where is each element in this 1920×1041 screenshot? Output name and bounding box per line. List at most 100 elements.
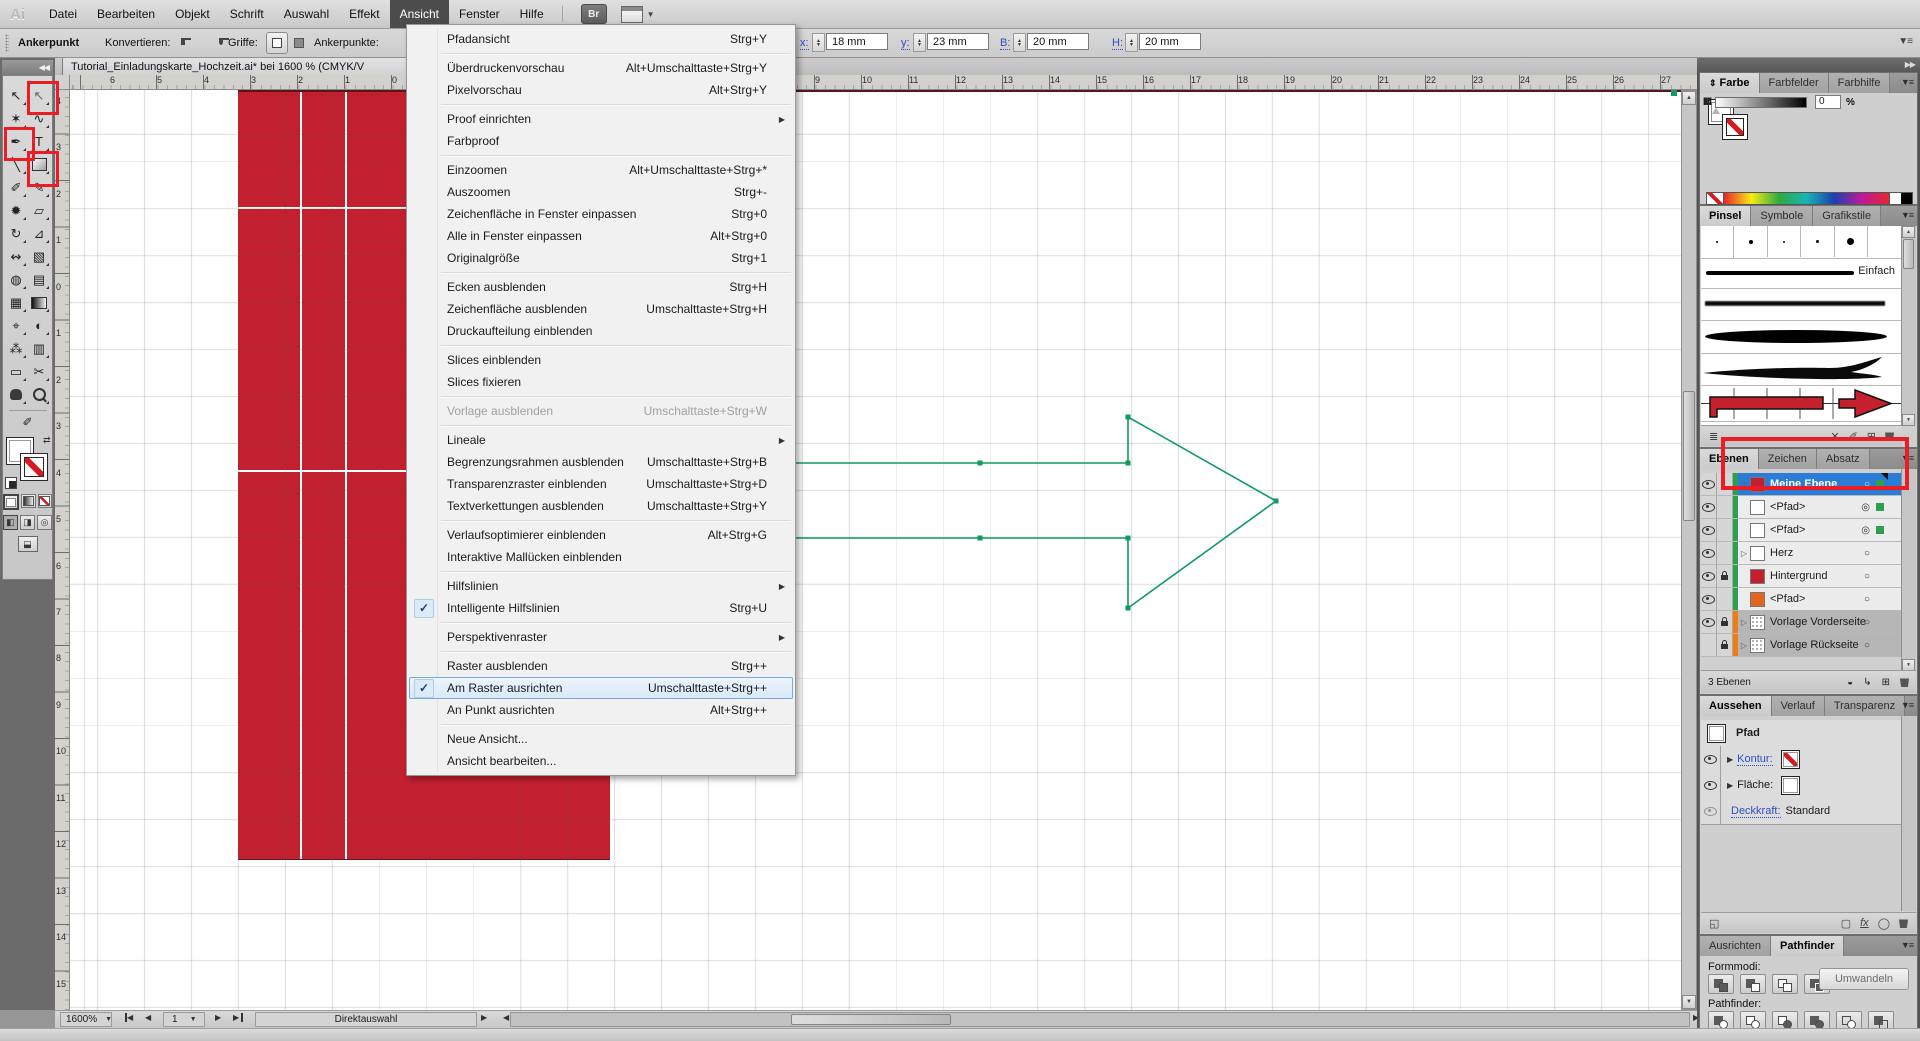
brush-item[interactable] bbox=[1768, 226, 1801, 257]
panel-tab[interactable]: Verlauf bbox=[1772, 696, 1825, 716]
layer-thumbnail[interactable] bbox=[1750, 546, 1765, 561]
layer-visibility-toggle[interactable] bbox=[1701, 473, 1717, 495]
none-button[interactable] bbox=[38, 494, 52, 508]
x-field[interactable]: 18 mm bbox=[826, 33, 888, 50]
layer-thumbnail[interactable] bbox=[1750, 615, 1765, 630]
panel-tab[interactable]: Symbole bbox=[1751, 206, 1813, 226]
tools-collapse-button[interactable]: ◀◀ bbox=[2, 60, 53, 75]
pinsel-tool-icon[interactable]: ✐ bbox=[5, 176, 28, 199]
y-field[interactable]: 23 mm bbox=[927, 33, 989, 50]
diagramm-tool-icon[interactable]: ▥ bbox=[28, 337, 51, 360]
formerstellung-tool-icon[interactable]: ◍ bbox=[5, 268, 28, 291]
zoom-tool-icon[interactable] bbox=[28, 383, 51, 406]
layer-visibility-toggle[interactable] bbox=[1701, 519, 1717, 541]
delete-layer-icon[interactable] bbox=[1900, 677, 1909, 687]
menu-item[interactable]: ✓ Einzoomen Alt+Umschalttaste+Strg+* ▶ bbox=[409, 159, 793, 181]
menu-item[interactable]: ✓ ▶ bbox=[409, 50, 793, 57]
opacity-row[interactable]: Deckkraft: Standard bbox=[1701, 798, 1902, 825]
menu-item[interactable]: ✓ ▶ bbox=[409, 101, 793, 108]
menu-item[interactable]: ✓ ▶ bbox=[409, 568, 793, 575]
height-label[interactable]: H: bbox=[1112, 37, 1123, 50]
menu-item[interactable]: ✓ Lineale ▶ bbox=[409, 429, 793, 451]
layer-selection-indicator[interactable] bbox=[1876, 503, 1884, 511]
layer-thumbnail[interactable] bbox=[1750, 592, 1765, 607]
menu-item[interactable]: ✓ Zeichenfläche in Fenster einpassen Str… bbox=[409, 203, 793, 225]
verlauf-tool-icon[interactable] bbox=[28, 291, 51, 314]
layer-target-icon[interactable]: ○ bbox=[1864, 640, 1870, 651]
layer-visibility-toggle[interactable] bbox=[1701, 496, 1717, 518]
add-effect-icon[interactable]: fx bbox=[1860, 917, 1869, 929]
duplicate-item-icon[interactable]: ◯ bbox=[1878, 917, 1890, 930]
black-swatch[interactable] bbox=[1901, 193, 1912, 204]
brush-item[interactable] bbox=[1835, 226, 1868, 257]
gitter-tool-icon[interactable]: ▦ bbox=[5, 291, 28, 314]
layer-expand-icon[interactable]: ▷ bbox=[1738, 641, 1750, 650]
scroll-down-icon[interactable]: ▼ bbox=[1682, 995, 1696, 1009]
draw-inside-button[interactable]: ◎ bbox=[37, 515, 52, 530]
layer-row[interactable]: <Pfad> ◎ bbox=[1701, 519, 1902, 542]
menu-item[interactable]: ✓ Verlaufsoptimierer einblenden Alt+Strg… bbox=[409, 524, 793, 546]
arrange-documents-caret-icon[interactable]: ▼ bbox=[647, 10, 655, 19]
layer-selection-indicator[interactable] bbox=[1876, 526, 1884, 534]
y-label[interactable]: y: bbox=[901, 37, 910, 50]
expand-icon[interactable]: ▶ bbox=[1727, 755, 1733, 764]
expand-button[interactable]: Umwandeln bbox=[1819, 968, 1909, 990]
menu-item[interactable]: ✓ Farbproof ▶ bbox=[409, 130, 793, 152]
vertical-scroll-thumb[interactable] bbox=[1683, 391, 1695, 521]
panel-tab[interactable]: ⇕ Farbe bbox=[1700, 73, 1760, 93]
menu-item[interactable]: ✓ ▶ bbox=[409, 269, 793, 276]
layer-visibility-toggle[interactable] bbox=[1701, 634, 1717, 656]
menu-item[interactable]: ✓ Am Raster ausrichten Umschalttaste+Str… bbox=[409, 677, 793, 699]
layer-lock-toggle[interactable] bbox=[1717, 565, 1733, 587]
make-clipping-mask-icon[interactable]: ◒ bbox=[1847, 677, 1853, 688]
menu-item[interactable]: ✓ ▶ bbox=[409, 648, 793, 655]
brush-item[interactable] bbox=[1734, 226, 1767, 257]
layer-visibility-toggle[interactable] bbox=[1701, 542, 1717, 564]
menu-item[interactable]: ✓ Slices einblenden ▶ bbox=[409, 349, 793, 371]
clear-appearance-icon[interactable]: ▢ bbox=[1841, 917, 1851, 930]
menubar-item[interactable]: Effekt bbox=[339, 0, 389, 28]
auswahl-tool-icon[interactable]: ↖ bbox=[5, 84, 28, 107]
zeichenflaeche-tool-icon[interactable]: ▭ bbox=[5, 360, 28, 383]
layer-row[interactable]: ▷ Vorlage Vorderseite ○ bbox=[1701, 611, 1902, 634]
panel-tab[interactable]: Grafikstile bbox=[1813, 206, 1881, 226]
color-slider[interactable] bbox=[1715, 97, 1807, 108]
new-sublayer-icon[interactable]: ↳ bbox=[1863, 677, 1871, 688]
layer-visibility-toggle[interactable] bbox=[1701, 611, 1717, 633]
opacity-link[interactable]: Deckkraft: bbox=[1731, 805, 1781, 818]
layer-thumbnail[interactable] bbox=[1750, 523, 1765, 538]
width-label[interactable]: B: bbox=[1000, 37, 1010, 50]
brush-scrollbar[interactable]: ▲ ▼ bbox=[1901, 226, 1916, 426]
layer-target-icon[interactable]: ○ bbox=[1864, 548, 1870, 559]
menu-item[interactable]: ✓ Slices fixieren ▶ bbox=[409, 371, 793, 393]
next-page-button[interactable]: ▶ bbox=[215, 1013, 221, 1022]
layer-expand-icon[interactable]: ▷ bbox=[1738, 618, 1750, 627]
convert-corner-icon[interactable] bbox=[180, 36, 193, 48]
menu-item[interactable]: ✓ Perspektivenraster ▶ bbox=[409, 626, 793, 648]
controlbar-menu-icon[interactable]: ▼≡ bbox=[1898, 36, 1912, 47]
brush-item[interactable] bbox=[1701, 226, 1734, 257]
layer-target-icon[interactable]: ◎ bbox=[1861, 502, 1870, 513]
status-tool-indicator[interactable]: Direktauswahl bbox=[255, 1012, 477, 1027]
height-stepper[interactable]: ▲▼ bbox=[1125, 33, 1138, 52]
appearance-scrollbar[interactable] bbox=[1901, 716, 1916, 911]
none-swatch[interactable] bbox=[1707, 193, 1724, 204]
menu-item[interactable]: ✓ ▶ bbox=[409, 342, 793, 349]
draw-normal-button[interactable]: ◧ bbox=[3, 515, 18, 530]
menu-item[interactable]: ✓ Druckaufteilung einblenden ▶ bbox=[409, 320, 793, 342]
layer-row[interactable]: Hintergrund ○ bbox=[1701, 565, 1902, 588]
zoom-level-select[interactable]: 1600% ▼ bbox=[60, 1012, 112, 1027]
angleichen-tool-icon[interactable]: ◐ bbox=[28, 314, 51, 337]
frei-transformieren-tool-icon[interactable]: ▧ bbox=[28, 245, 51, 268]
drehen-tool-icon[interactable]: ↻ bbox=[5, 222, 28, 245]
layer-thumbnail[interactable] bbox=[1750, 569, 1765, 584]
layer-thumbnail[interactable] bbox=[1750, 500, 1765, 515]
menu-item[interactable]: ✓ ▶ bbox=[409, 721, 793, 728]
tropfenpinsel-tool-icon[interactable]: ✹ bbox=[5, 199, 28, 222]
height-field[interactable]: 20 mm bbox=[1139, 33, 1201, 50]
width-stepper[interactable]: ▲▼ bbox=[1013, 33, 1026, 52]
new-layer-icon[interactable]: ⊞ bbox=[1882, 677, 1890, 688]
skalieren-tool-icon[interactable]: ⊿ bbox=[28, 222, 51, 245]
eye-icon[interactable] bbox=[1704, 807, 1717, 816]
menu-item[interactable]: ✓ Ansicht bearbeiten... ▶ bbox=[409, 750, 793, 772]
